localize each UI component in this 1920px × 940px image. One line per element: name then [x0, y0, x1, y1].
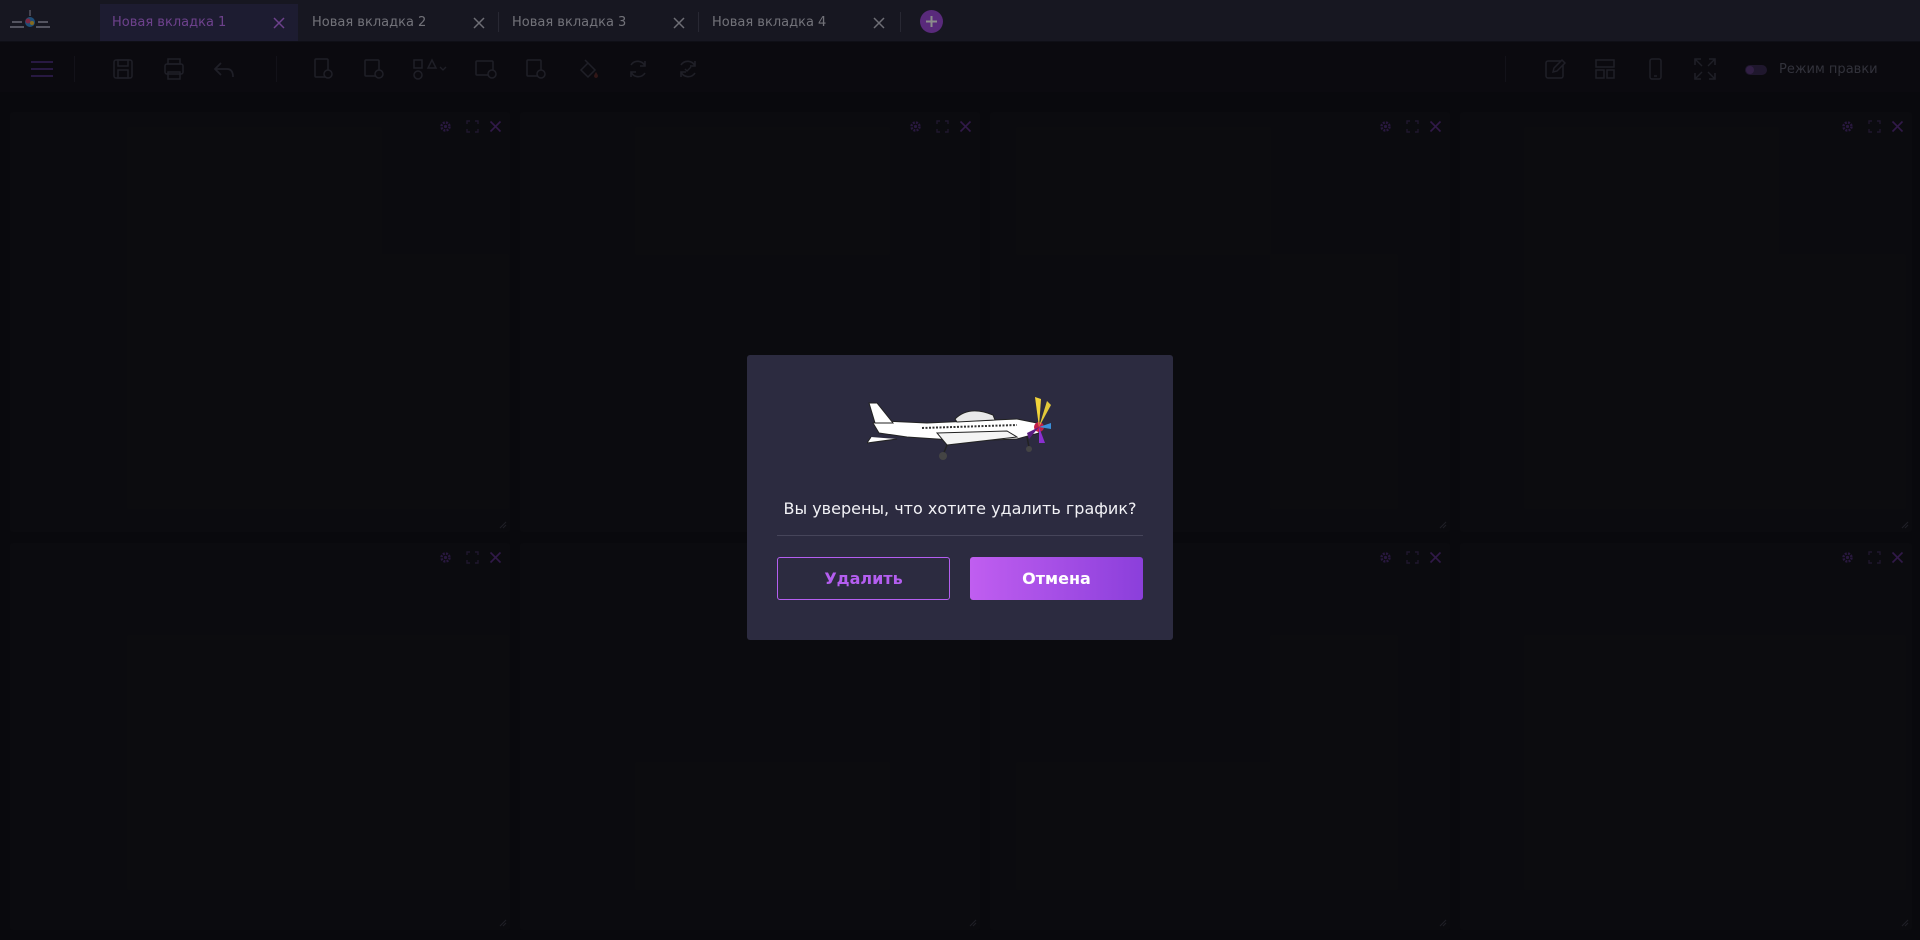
delete-button[interactable]: Удалить [777, 557, 950, 600]
airplane-illustration [867, 397, 1051, 460]
dialog-message: Вы уверены, что хотите удалить график? [783, 499, 1137, 518]
confirm-delete-dialog: Вы уверены, что хотите удалить график? У… [747, 355, 1173, 640]
dialog-divider [777, 535, 1143, 536]
cancel-button[interactable]: Отмена [970, 557, 1143, 600]
